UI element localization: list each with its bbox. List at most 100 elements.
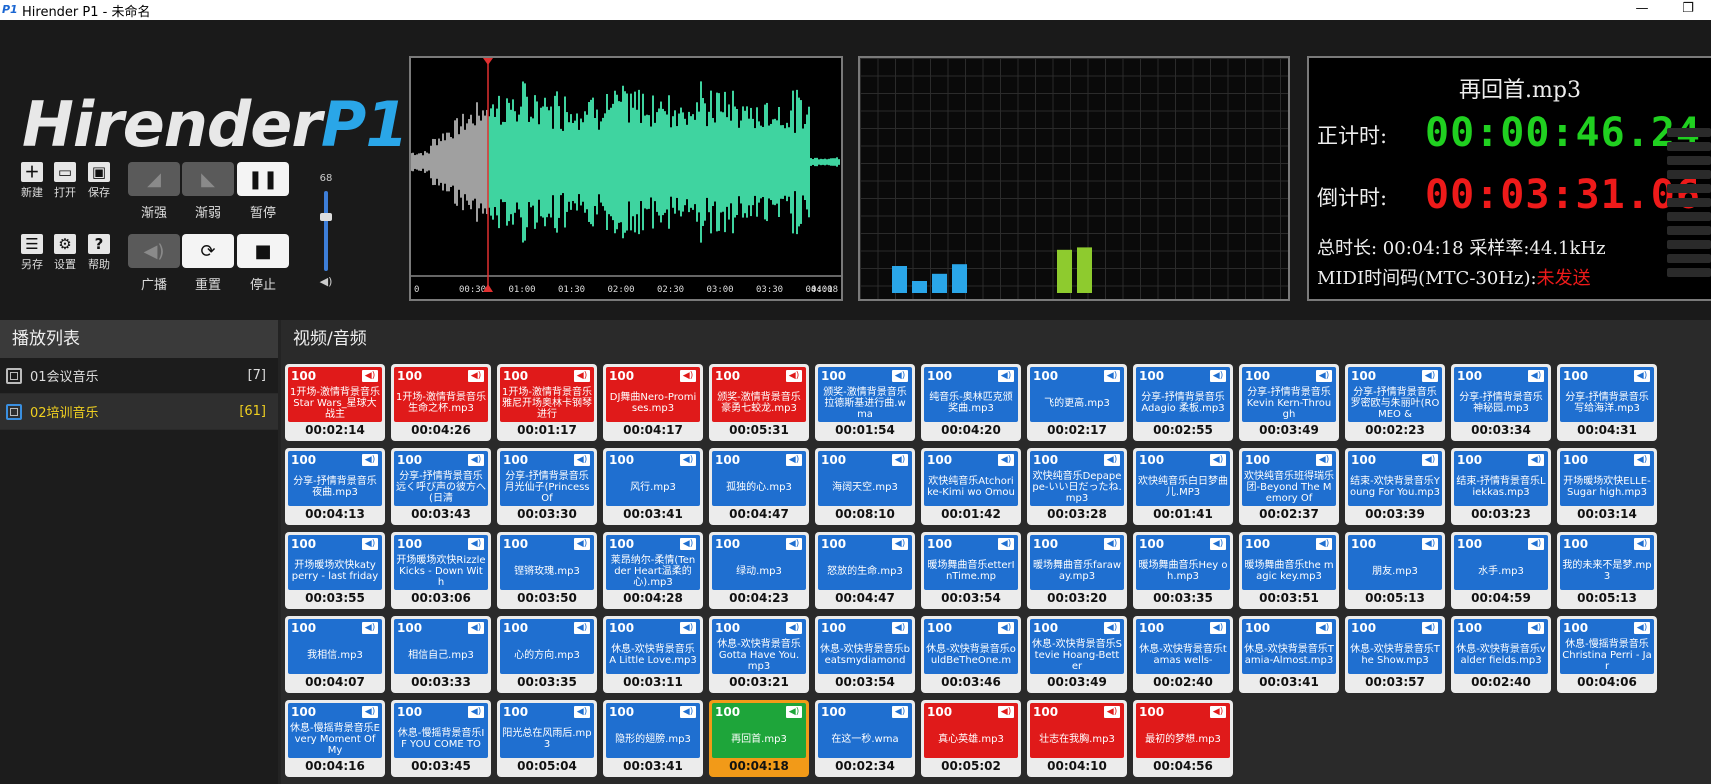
media-tile[interactable]: 100 ◀) 相信自己.mp3 00:03:33 xyxy=(391,616,491,693)
media-tile[interactable]: 100 ◀) 开场暖场欢快ELLE-Sugar high.mp3 00:03:14 xyxy=(1557,448,1657,525)
stop-button[interactable]: ■ 停止 xyxy=(237,234,289,293)
spectrum-svg xyxy=(892,247,1092,293)
media-tile[interactable]: 100 ◀) 结束-欢快背景音乐Young For You.mp3 00:03:39 xyxy=(1345,448,1445,525)
media-tile[interactable]: 100 ◀) 开场暖场欢快Rizzle Kicks - Down With 00:03… xyxy=(391,532,491,609)
media-tile[interactable]: 100 ◀) 休息-欢快背景音乐The Show.mp3 00:03:57 xyxy=(1345,616,1445,693)
media-tile[interactable]: 100 ◀) 朋友.mp3 00:05:13 xyxy=(1345,532,1445,609)
reset-button[interactable]: ⟳ 重置 xyxy=(182,234,234,293)
media-tile[interactable]: 100 ◀) DJ舞曲Nero-Promises.mp3 00:04:17 xyxy=(603,364,703,441)
media-tile[interactable]: 100 ◀) 再回首.mp3 00:04:18 xyxy=(709,700,809,777)
tile-duration: 00:03:43 xyxy=(411,507,471,521)
speaker-icon: ◀) xyxy=(1634,538,1650,550)
save-button[interactable]: ▣ 保存 xyxy=(84,162,114,200)
maximize-button[interactable]: ❐ xyxy=(1665,0,1711,20)
media-tile[interactable]: 100 ◀) 飞的更高.mp3 00:02:17 xyxy=(1027,364,1127,441)
tile-filename: 分享-抒情背景音乐Adagio 柔板.mp3 xyxy=(1141,392,1225,414)
pause-label: 暂停 xyxy=(249,206,276,221)
speaker-icon: ◀) xyxy=(680,538,696,550)
playhead-marker[interactable] xyxy=(483,58,493,65)
media-tile[interactable]: 100 ◀) 1开场-激情背景音乐雅尼开场奥林卡钢琴进行 00:01:17 xyxy=(497,364,597,441)
new-button[interactable]: ＋ 新建 xyxy=(17,162,47,200)
saveas-button[interactable]: ☰ 另存 xyxy=(17,234,47,272)
media-tile[interactable]: 100 ◀) 我的未来不是梦.mp3 00:05:13 xyxy=(1557,532,1657,609)
media-tile-face: 100 ◀) 怒放的生命.mp3 xyxy=(818,535,912,590)
media-tile[interactable]: 100 ◀) 铿锵玫瑰.mp3 00:03:50 xyxy=(497,532,597,609)
volume-slider[interactable]: 68 ◀) xyxy=(318,173,334,293)
tile-duration: 00:04:47 xyxy=(729,507,789,521)
help-button[interactable]: ? 帮助 xyxy=(84,234,114,272)
media-tile[interactable]: 100 ◀) 隐形的翅膀.mp3 00:03:41 xyxy=(603,700,703,777)
open-label: 打开 xyxy=(54,186,76,199)
playlist-item[interactable]: 02培训音乐 [61] xyxy=(0,394,278,430)
media-tile[interactable]: 100 ◀) 在这一秒.wma 00:02:34 xyxy=(815,700,915,777)
minimize-button[interactable]: — xyxy=(1619,0,1665,20)
media-tile[interactable]: 100 ◀) 休息-欢快背景音乐valder fields.mp3 00:02:40 xyxy=(1451,616,1551,693)
media-tile[interactable]: 100 ◀) 休息-欢快背景音乐Gotta Have You.mp3 00:03:21 xyxy=(709,616,809,693)
media-tile[interactable]: 100 ◀) 暖场舞曲音乐etterInTime.mp 00:03:54 xyxy=(921,532,1021,609)
media-tile[interactable]: 100 ◀) 休息-欢快背景音乐tamas wells- 00:02:40 xyxy=(1133,616,1233,693)
media-tile[interactable]: 100 ◀) 心的方向.mp3 00:03:35 xyxy=(497,616,597,693)
media-tile[interactable]: 100 ◀) 休息-慢摇背景音乐Christina Perri - Jar 00:04… xyxy=(1557,616,1657,693)
media-tile[interactable]: 100 ◀) 休息-欢快背景音乐A Little Love.mp3 00:03:11 xyxy=(603,616,703,693)
media-tile[interactable]: 100 ◀) 风行.mp3 00:03:41 xyxy=(603,448,703,525)
broadcast-button[interactable]: ◀) 广播 xyxy=(128,234,180,293)
media-tile[interactable]: 100 ◀) 海阔天空.mp3 00:08:10 xyxy=(815,448,915,525)
fade-in-button[interactable]: ◢ 渐强 xyxy=(128,162,180,221)
media-tile[interactable]: 100 ◀) 颁奖-激情背景音乐豪勇七蛟龙.mp3 00:05:31 xyxy=(709,364,809,441)
media-tile[interactable]: 100 ◀) 休息-欢快背景音乐Stevie Hoang-Better 00:03:4… xyxy=(1027,616,1127,693)
media-tile[interactable]: 100 ◀) 分享-抒情背景音乐月光仙子(Princess Of 00:03:30 xyxy=(497,448,597,525)
media-tile[interactable]: 100 ◀) 分享-抒情背景音乐写给海洋.mp3 00:04:31 xyxy=(1557,364,1657,441)
media-tile[interactable]: 100 ◀) 分享-抒情背景音乐罗密欧与朱丽叶(ROMEO & 00:02:23 xyxy=(1345,364,1445,441)
media-tile[interactable]: 100 ◀) 绿动.mp3 00:04:23 xyxy=(709,532,809,609)
media-tile[interactable]: 100 ◀) 欢快纯音乐班得瑞乐团-Beyond The Memory Of 00:0… xyxy=(1239,448,1339,525)
media-tile[interactable]: 100 ◀) 莱昂纳尔-柔情(Tender Heart温柔的心).mp3 00:04:… xyxy=(603,532,703,609)
tile-duration: 00:01:17 xyxy=(517,423,577,437)
media-tile[interactable]: 100 ◀) 纯音乐-奥林匹克颁奖曲.mp3 00:04:20 xyxy=(921,364,1021,441)
media-tile[interactable]: 100 ◀) 1开场-激情背景音乐Star Wars_星球大战主 00:02:14 xyxy=(285,364,385,441)
reset-label: 重置 xyxy=(194,278,221,293)
media-tile[interactable]: 100 ◀) 水手.mp3 00:04:59 xyxy=(1451,532,1551,609)
media-tile[interactable]: 100 ◀) 怒放的生命.mp3 00:04:47 xyxy=(815,532,915,609)
media-tile[interactable]: 100 ◀) 分享-抒情背景音乐Adagio 柔板.mp3 00:02:55 xyxy=(1133,364,1233,441)
media-tile[interactable]: 100 ◀) 休息-欢快背景音乐ouldBeTheOne.m 00:03:46 xyxy=(921,616,1021,693)
media-tile-face: 100 ◀) 相信自己.mp3 xyxy=(394,619,488,674)
folder-icon: ▭ xyxy=(54,162,76,182)
media-tile[interactable]: 100 ◀) 分享-抒情背景音乐神秘园.mp3 00:03:34 xyxy=(1451,364,1551,441)
media-tile[interactable]: 100 ◀) 最初的梦想.mp3 00:04:56 xyxy=(1133,700,1233,777)
speaker-icon: ◀) xyxy=(1316,454,1332,466)
media-tile[interactable]: 100 ◀) 壮志在我胸.mp3 00:04:10 xyxy=(1027,700,1127,777)
media-tile[interactable]: 100 ◀) 我相信.mp3 00:04:07 xyxy=(285,616,385,693)
media-tile[interactable]: 100 ◀) 孤独的心.mp3 00:04:47 xyxy=(709,448,809,525)
media-tile[interactable]: 100 ◀) 欢快纯音乐Atchorike-Kimi wo Omou 00:01:42 xyxy=(921,448,1021,525)
media-tile[interactable]: 100 ◀) 休息-慢摇背景音乐Every Moment Of My 00:04:16 xyxy=(285,700,385,777)
media-tile[interactable]: 100 ◀) 分享-抒情背景音乐远く呼び声の彼方へ(日清 00:03:43 xyxy=(391,448,491,525)
media-tile[interactable]: 100 ◀) 颁奖-激情背景音乐拉德斯基进行曲.wma 00:01:54 xyxy=(815,364,915,441)
elapsed-label: 正计时: xyxy=(1317,124,1388,148)
tile-filename: 休息-欢快背景音乐A Little Love.mp3 xyxy=(609,644,697,666)
media-tile[interactable]: 100 ◀) 真心英雄.mp3 00:05:02 xyxy=(921,700,1021,777)
open-button[interactable]: ▭ 打开 xyxy=(50,162,80,200)
media-tile[interactable]: 100 ◀) 阳光总在风雨后.mp3 00:05:04 xyxy=(497,700,597,777)
volume-knob[interactable] xyxy=(320,212,332,221)
media-tile[interactable]: 100 ◀) 暖场舞曲音乐faraway.mp3 00:03:20 xyxy=(1027,532,1127,609)
media-tile[interactable]: 100 ◀) 1开场-激情背景音乐生命之杯.mp3 00:04:26 xyxy=(391,364,491,441)
media-tile[interactable]: 100 ◀) 休息-欢快背景音乐Tamia-Almost.mp3 00:03:41 xyxy=(1239,616,1339,693)
playlist-item[interactable]: 01会议音乐 [7] xyxy=(0,358,278,394)
tile-volume: 100 xyxy=(609,453,635,467)
pause-button[interactable]: ❚❚ 暂停 xyxy=(237,162,289,221)
media-tile[interactable]: 100 ◀) 欢快纯音乐白日梦曲儿.MP3 00:01:41 xyxy=(1133,448,1233,525)
media-tile-face: 100 ◀) 纯音乐-奥林匹克颁奖曲.mp3 xyxy=(924,367,1018,422)
media-tile[interactable]: 100 ◀) 结束-抒情背景音乐Liekkas.mp3 00:03:23 xyxy=(1451,448,1551,525)
settings-button[interactable]: ⚙ 设置 xyxy=(50,234,80,272)
media-tile[interactable]: 100 ◀) 分享-抒情背景音乐Kevin Kern-Through 00:03:49 xyxy=(1239,364,1339,441)
media-tile[interactable]: 100 ◀) 欢快纯音乐Depapepe-いい日だったね.mp3 00:03:28 xyxy=(1027,448,1127,525)
media-tile[interactable]: 100 ◀) 休息-慢摇背景音乐IF YOU COME TO 00:03:45 xyxy=(391,700,491,777)
media-tile[interactable]: 100 ◀) 分享-抒情背景音乐夜曲.mp3 00:04:13 xyxy=(285,448,385,525)
media-tile[interactable]: 100 ◀) 暖场舞曲音乐Hey oh.mp3 00:03:35 xyxy=(1133,532,1233,609)
media-tile[interactable]: 100 ◀) 暖场舞曲音乐the magic key.mp3 00:03:51 xyxy=(1239,532,1339,609)
fade-out-button[interactable]: ◣ 渐弱 xyxy=(182,162,234,221)
media-tile[interactable]: 100 ◀) 开场暖场欢快katy perry - last friday 00:03… xyxy=(285,532,385,609)
playlist-header: 播放列表 xyxy=(0,320,278,358)
waveform-display[interactable]: 0 00:30 01:00 01:30 02:00 02:30 03:00 03:30 04:0… xyxy=(409,56,843,301)
media-tile[interactable]: 100 ◀) 休息-欢快背景音乐beatsmydiamond 00:03:54 xyxy=(815,616,915,693)
